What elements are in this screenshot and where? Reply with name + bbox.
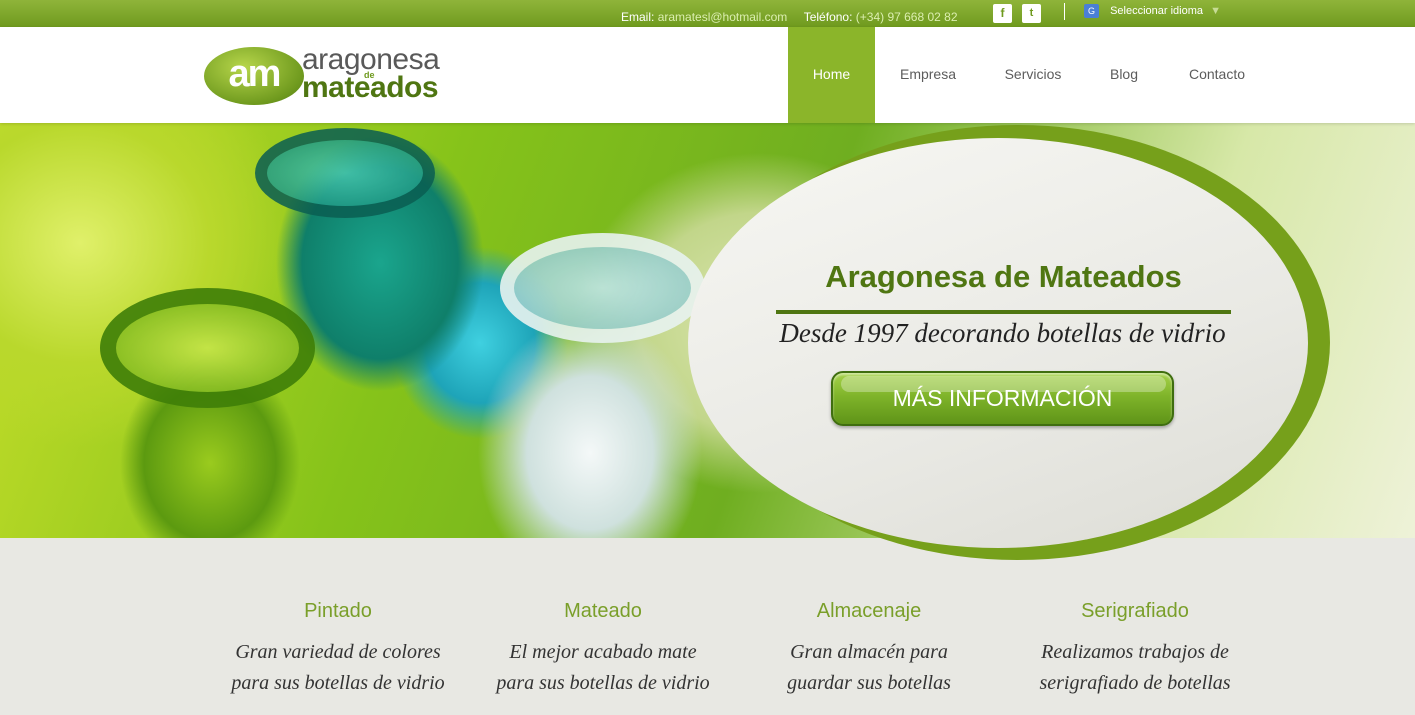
top-bar: Email: aramatesl@hotmail.com Teléfono: (… [0, 0, 1415, 27]
feature-almacenaje: Almacenaje Gran almacén para guardar sus… [734, 600, 1004, 699]
feature-description: Gran variedad de colores para sus botell… [203, 637, 473, 699]
contact-info: Email: aramatesl@hotmail.com Teléfono: (… [621, 10, 958, 24]
more-info-label: MÁS INFORMACIÓN [892, 385, 1113, 411]
feature-desc-line: Realizamos trabajos de [1041, 641, 1229, 663]
chevron-down-icon: ▼ [1210, 4, 1221, 17]
email-label: Email: [621, 10, 655, 24]
nav-item-servicios[interactable]: Servicios [993, 27, 1073, 123]
language-label: Seleccionar idioma [1110, 4, 1203, 17]
feature-desc-line: Gran variedad de colores [235, 641, 441, 663]
site-logo[interactable]: am aragonesa de mateados [204, 43, 454, 107]
language-selector[interactable]: G Seleccionar idioma ▼ [1084, 4, 1221, 18]
feature-desc-line: El mejor acabado mate [509, 641, 697, 663]
feature-pintado: Pintado Gran variedad de colores para su… [203, 600, 473, 699]
hero-bottom-mask [0, 538, 1415, 578]
feature-description: Gran almacén para guardar sus botellas [734, 637, 1004, 699]
feature-serigrafiado: Serigrafiado Realizamos trabajos de seri… [1000, 600, 1270, 699]
bottle-image [500, 233, 705, 343]
bottle-image [100, 288, 315, 408]
nav-item-empresa[interactable]: Empresa [885, 27, 971, 123]
nav-item-blog[interactable]: Blog [1100, 27, 1148, 123]
phone-value[interactable]: (+34) 97 668 02 82 [856, 10, 958, 24]
feature-desc-line: serigrafiado de botellas [1039, 672, 1231, 694]
feature-desc-line: guardar sus botellas [787, 672, 951, 694]
features-section: Pintado Gran variedad de colores para su… [0, 578, 1415, 715]
divider [1064, 3, 1065, 20]
hero-subtitle: Desde 1997 decorando botellas de vidrio [779, 318, 1226, 348]
feature-title: Pintado [304, 600, 372, 622]
feature-mateado: Mateado El mejor acabado mate para sus b… [468, 600, 738, 699]
hero-divider [776, 310, 1231, 314]
feature-title: Mateado [564, 600, 642, 622]
phone-label: Teléfono: [803, 10, 853, 24]
feature-description: Realizamos trabajos de serigrafiado de b… [1000, 637, 1270, 699]
logo-badge: am [204, 47, 304, 105]
feature-title: Almacenaje [816, 600, 922, 622]
bottle-image [255, 128, 435, 218]
feature-desc-line: para sus botellas de vidrio [496, 672, 710, 694]
hero-title: Aragonesa de Mateados [825, 259, 1182, 294]
logo-line-2: mateados [302, 71, 439, 104]
google-translate-icon: G [1084, 4, 1099, 18]
feature-desc-line: Gran almacén para [790, 641, 948, 663]
twitter-icon[interactable]: t [1022, 4, 1041, 23]
facebook-icon[interactable]: f [993, 4, 1012, 23]
feature-description: El mejor acabado mate para sus botellas … [468, 637, 738, 699]
feature-title: Serigrafiado [1081, 600, 1189, 622]
email-link[interactable]: aramatesl@hotmail.com [658, 10, 788, 24]
nav-item-contacto[interactable]: Contacto [1178, 27, 1256, 123]
site-header: am aragonesa de mateados Home Empresa Se… [0, 27, 1415, 123]
nav-item-home[interactable]: Home [788, 27, 875, 123]
feature-desc-line: para sus botellas de vidrio [231, 672, 445, 694]
more-info-button[interactable]: MÁS INFORMACIÓN [831, 371, 1174, 426]
